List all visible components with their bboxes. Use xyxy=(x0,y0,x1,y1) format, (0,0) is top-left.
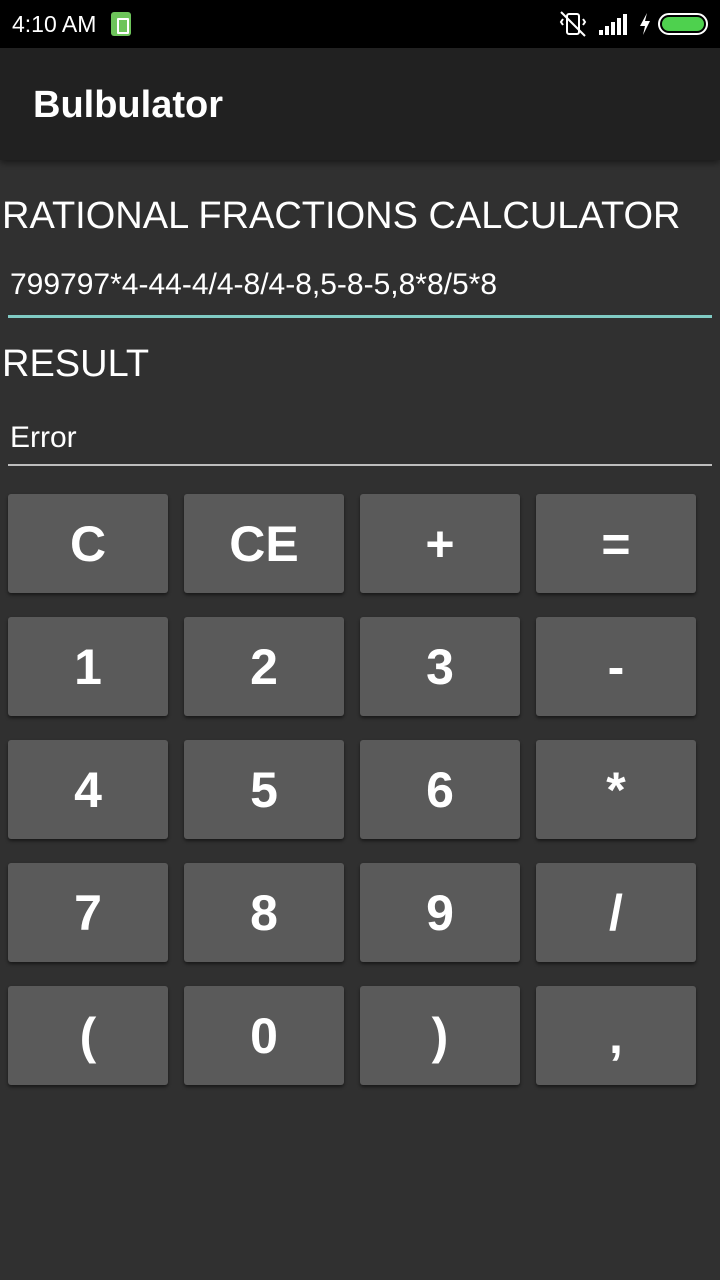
key-open-paren[interactable]: ( xyxy=(8,986,168,1085)
result-heading: RESULT xyxy=(2,343,150,385)
key-clear[interactable]: C xyxy=(8,494,168,593)
result-field: Error xyxy=(8,414,712,466)
battery-saver-icon xyxy=(111,12,131,36)
key-3[interactable]: 3 xyxy=(360,617,520,716)
key-8[interactable]: 8 xyxy=(184,863,344,962)
battery-level xyxy=(662,17,704,31)
key-1[interactable]: 1 xyxy=(8,617,168,716)
status-bar: 4:10 AM xyxy=(0,0,720,48)
key-4[interactable]: 4 xyxy=(8,740,168,839)
app-bar: Bulbulator xyxy=(0,48,720,160)
key-7[interactable]: 7 xyxy=(8,863,168,962)
calculator-heading: RATIONAL FRACTIONS CALCULATOR xyxy=(2,195,681,237)
keypad: C CE + = 1 2 3 - 4 5 6 * 7 8 9 / ( 0 ) , xyxy=(8,494,696,1085)
status-time: 4:10 AM xyxy=(12,11,97,37)
key-plus[interactable]: + xyxy=(360,494,520,593)
key-2[interactable]: 2 xyxy=(184,617,344,716)
status-icons xyxy=(558,0,708,48)
key-comma[interactable]: , xyxy=(536,986,696,1085)
key-6[interactable]: 6 xyxy=(360,740,520,839)
key-close-paren[interactable]: ) xyxy=(360,986,520,1085)
expression-input[interactable] xyxy=(8,262,712,318)
key-equals[interactable]: = xyxy=(536,494,696,593)
key-minus[interactable]: - xyxy=(536,617,696,716)
key-clear-entry[interactable]: CE xyxy=(184,494,344,593)
key-5[interactable]: 5 xyxy=(184,740,344,839)
key-divide[interactable]: / xyxy=(536,863,696,962)
key-0[interactable]: 0 xyxy=(184,986,344,1085)
app-title: Bulbulator xyxy=(33,84,223,126)
key-multiply[interactable]: * xyxy=(536,740,696,839)
charging-bolt-icon xyxy=(640,13,650,35)
key-9[interactable]: 9 xyxy=(360,863,520,962)
signal-icon xyxy=(599,14,627,35)
battery-icon xyxy=(658,13,708,35)
vibrate-icon xyxy=(559,11,587,37)
